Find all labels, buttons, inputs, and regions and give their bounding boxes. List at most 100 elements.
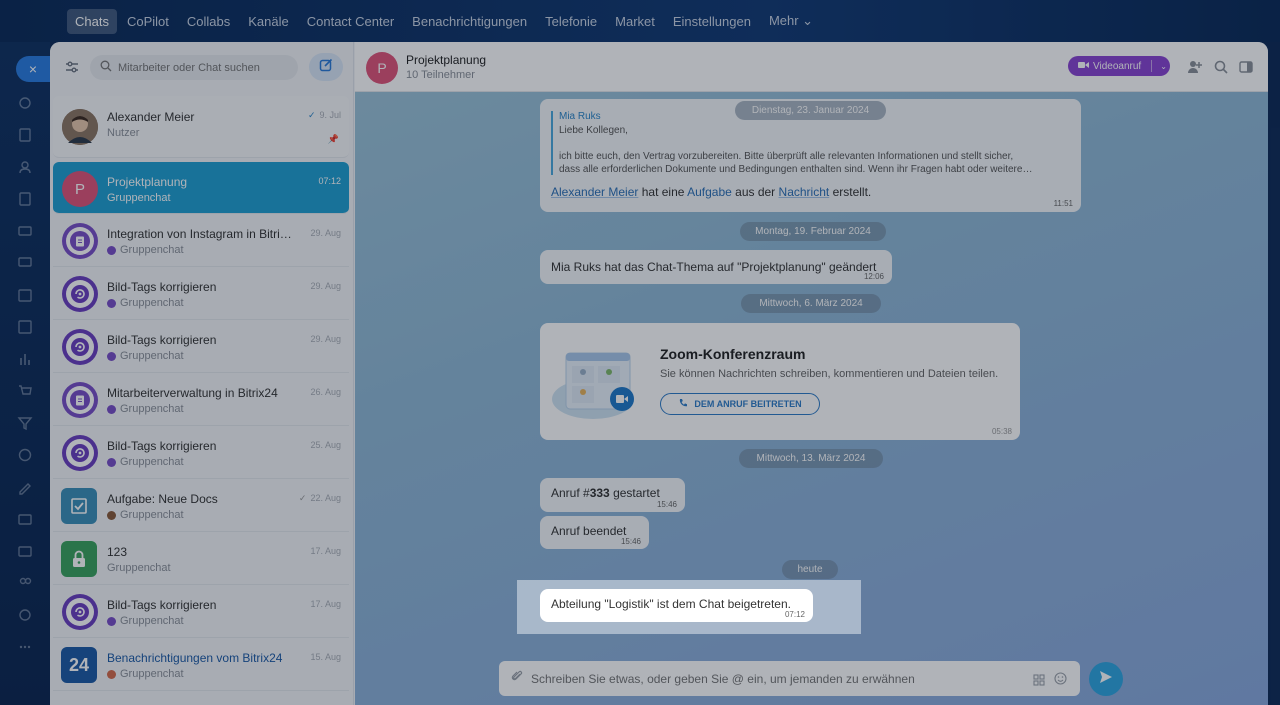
chat-subtitle-text: Gruppenchat bbox=[120, 615, 184, 627]
message-composer bbox=[499, 661, 1080, 696]
text: gestartet bbox=[613, 486, 660, 500]
chat-date: ✓ 22. Aug bbox=[299, 493, 341, 504]
message-text: Mia Ruks hat das Chat-Thema auf "Projekt… bbox=[551, 260, 877, 274]
chat-list-item[interactable]: Alexander Meier Nutzer ✓ 9. Jul 📌 bbox=[53, 96, 349, 158]
chat-list: Alexander Meier Nutzer ✓ 9. Jul 📌 P Projektpla… bbox=[50, 94, 354, 691]
nav-item[interactable]: Einstellungen bbox=[665, 9, 759, 34]
chat-date-text: 25. Aug bbox=[310, 440, 341, 450]
left-icon-rail: × bbox=[0, 42, 54, 705]
pen-icon[interactable] bbox=[17, 479, 33, 495]
video-call-button[interactable]: Videoanruf ⌄ bbox=[1068, 56, 1170, 76]
clock-icon[interactable] bbox=[17, 447, 33, 463]
chat-list-item[interactable]: Integration von Instagram in Bitrix24 Gru… bbox=[53, 214, 349, 267]
nav-item[interactable]: Kanäle bbox=[240, 9, 296, 34]
chat-subtitle: Gruppenchat bbox=[107, 456, 184, 468]
chat-list-item[interactable]: Bild-Tags korrigieren Gruppenchat 29. Aug bbox=[53, 267, 349, 320]
message-input[interactable] bbox=[531, 671, 1011, 686]
chat-list-item[interactable]: Bild-Tags korrigieren Gruppenchat 29. Aug bbox=[53, 320, 349, 373]
chat-list-item[interactable]: 24 Benachrichtigungen vom Bitrix24 Gruppen… bbox=[53, 638, 349, 691]
filter-sliders-icon[interactable] bbox=[64, 59, 80, 75]
sync-icon[interactable] bbox=[17, 95, 33, 111]
chat-type-icon bbox=[107, 351, 116, 361]
card-icon[interactable] bbox=[17, 223, 33, 239]
date-divider: Montag, 19. Februar 2024 bbox=[740, 222, 886, 241]
quoted-message[interactable]: Mia Ruks Liebe Kollegen, ich bitte euch,… bbox=[551, 111, 1032, 175]
cart-icon[interactable] bbox=[17, 383, 33, 399]
pin-icon: 📌 bbox=[327, 134, 339, 144]
nav-item[interactable]: Chats bbox=[67, 8, 117, 34]
people-icon[interactable] bbox=[17, 575, 33, 591]
document-icon[interactable] bbox=[17, 191, 33, 207]
message-text: Anruf beendet bbox=[551, 524, 627, 538]
chat-list-item[interactable]: Bild-Tags korrigieren Gruppenchat 17. Aug bbox=[53, 585, 349, 638]
nav-item[interactable]: Mehr ⌄ bbox=[761, 8, 821, 34]
divider bbox=[1151, 60, 1153, 72]
calendar-icon[interactable] bbox=[17, 287, 33, 303]
paperclip-icon[interactable] bbox=[511, 669, 523, 688]
send-arrow-icon bbox=[1099, 670, 1113, 689]
send-button[interactable] bbox=[1089, 662, 1123, 696]
join-call-button[interactable]: DEM ANRUF BEITRETEN bbox=[660, 393, 820, 415]
chat-subtitle: Gruppenchat bbox=[107, 615, 184, 627]
chat-date: 26. Aug bbox=[310, 387, 341, 397]
chat-list-item[interactable]: Bild-Tags korrigieren Gruppenchat 25. Aug bbox=[53, 426, 349, 479]
message-link[interactable]: Nachricht bbox=[779, 185, 830, 199]
search-icon[interactable] bbox=[1213, 59, 1229, 75]
filter-funnel-icon[interactable] bbox=[17, 415, 33, 431]
mail-icon[interactable] bbox=[17, 543, 33, 559]
date-divider: Mittwoch, 13. März 2024 bbox=[739, 449, 883, 468]
chat-list-item[interactable]: 123 Gruppenchat 17. Aug bbox=[53, 532, 349, 585]
chat-title: Benachrichtigungen vom Bitrix24 bbox=[107, 651, 283, 665]
nav-item[interactable]: Market bbox=[607, 9, 663, 34]
top-navigation: Chats CoPilot Collabs Kanäle Contact Center B… bbox=[0, 0, 1280, 42]
zoom-conference-card[interactable]: Zoom-Konferenzraum Sie können Nachrichte… bbox=[540, 323, 1020, 440]
task-check-icon[interactable] bbox=[17, 319, 33, 335]
joined-message[interactable]: Abteilung "Logistik" ist dem Chat beiget… bbox=[540, 589, 813, 622]
search-input[interactable] bbox=[118, 61, 288, 74]
chat-subtitle-text: Gruppenchat bbox=[120, 456, 184, 468]
sidebar-panel-icon[interactable] bbox=[1238, 59, 1254, 75]
emoji-smile-icon[interactable] bbox=[1054, 672, 1067, 690]
nav-item[interactable]: Contact Center bbox=[299, 9, 402, 34]
chat-avatar bbox=[62, 435, 98, 471]
chevron-down-icon[interactable]: ⌄ bbox=[1160, 62, 1167, 71]
new-chat-button[interactable] bbox=[309, 53, 343, 81]
chat-type-icon bbox=[107, 510, 116, 520]
apps-grid-icon[interactable] bbox=[1033, 673, 1045, 691]
sidebar-header bbox=[50, 42, 354, 92]
chat-date: 29. Aug bbox=[310, 228, 341, 238]
newspaper-icon[interactable] bbox=[17, 127, 33, 143]
chat-type-icon bbox=[107, 669, 116, 679]
gear-icon[interactable] bbox=[17, 607, 33, 623]
chat-avatar: 24 bbox=[61, 647, 97, 683]
chat-title: Bild-Tags korrigieren bbox=[107, 598, 217, 612]
nav-item[interactable]: CoPilot bbox=[119, 9, 177, 34]
nav-item[interactable]: Collabs bbox=[179, 9, 238, 34]
add-user-icon[interactable] bbox=[1187, 59, 1203, 75]
monitor-icon[interactable] bbox=[17, 255, 33, 271]
task-link[interactable]: Aufgabe bbox=[687, 185, 732, 199]
chat-list-item[interactable]: Mitarbeiterverwaltung in Bitrix24 Gruppen… bbox=[53, 373, 349, 426]
nav-item[interactable]: Telefonie bbox=[537, 9, 605, 34]
chat-avatar bbox=[62, 223, 98, 259]
chart-icon[interactable] bbox=[17, 351, 33, 367]
join-call-label: DEM ANRUF BEITRETEN bbox=[694, 399, 802, 409]
chat-list-item[interactable]: P Projektplanung Gruppenchat 07:12 bbox=[53, 162, 349, 214]
user-link[interactable]: Alexander Meier bbox=[551, 185, 638, 199]
chat-title[interactable]: Projektplanung bbox=[406, 53, 486, 67]
chat-list-item[interactable]: Aufgabe: Neue Docs Gruppenchat ✓ 22. Aug bbox=[53, 479, 349, 532]
participants-count[interactable]: 10 Teilnehmer bbox=[406, 69, 475, 81]
users-icon[interactable] bbox=[17, 159, 33, 175]
dots-icon[interactable] bbox=[17, 639, 33, 655]
close-chat-button[interactable]: × bbox=[16, 56, 54, 82]
chat-date: 15. Aug bbox=[310, 652, 341, 662]
chat-date-text: 17. Aug bbox=[310, 546, 341, 556]
call-started-message[interactable]: Anruf #333 gestartet 15:46 bbox=[540, 478, 685, 512]
nav-item[interactable]: Benachrichtigungen bbox=[404, 9, 535, 34]
call-ended-message[interactable]: Anruf beendet 15:46 bbox=[540, 516, 649, 549]
box-icon[interactable] bbox=[17, 511, 33, 527]
date-divider: Dienstag, 23. Januar 2024 bbox=[735, 101, 886, 120]
system-message[interactable]: Mia Ruks hat das Chat-Thema auf "Projekt… bbox=[540, 250, 892, 284]
chat-avatar[interactable]: P bbox=[366, 52, 398, 84]
chat-title: Bild-Tags korrigieren bbox=[107, 333, 217, 347]
